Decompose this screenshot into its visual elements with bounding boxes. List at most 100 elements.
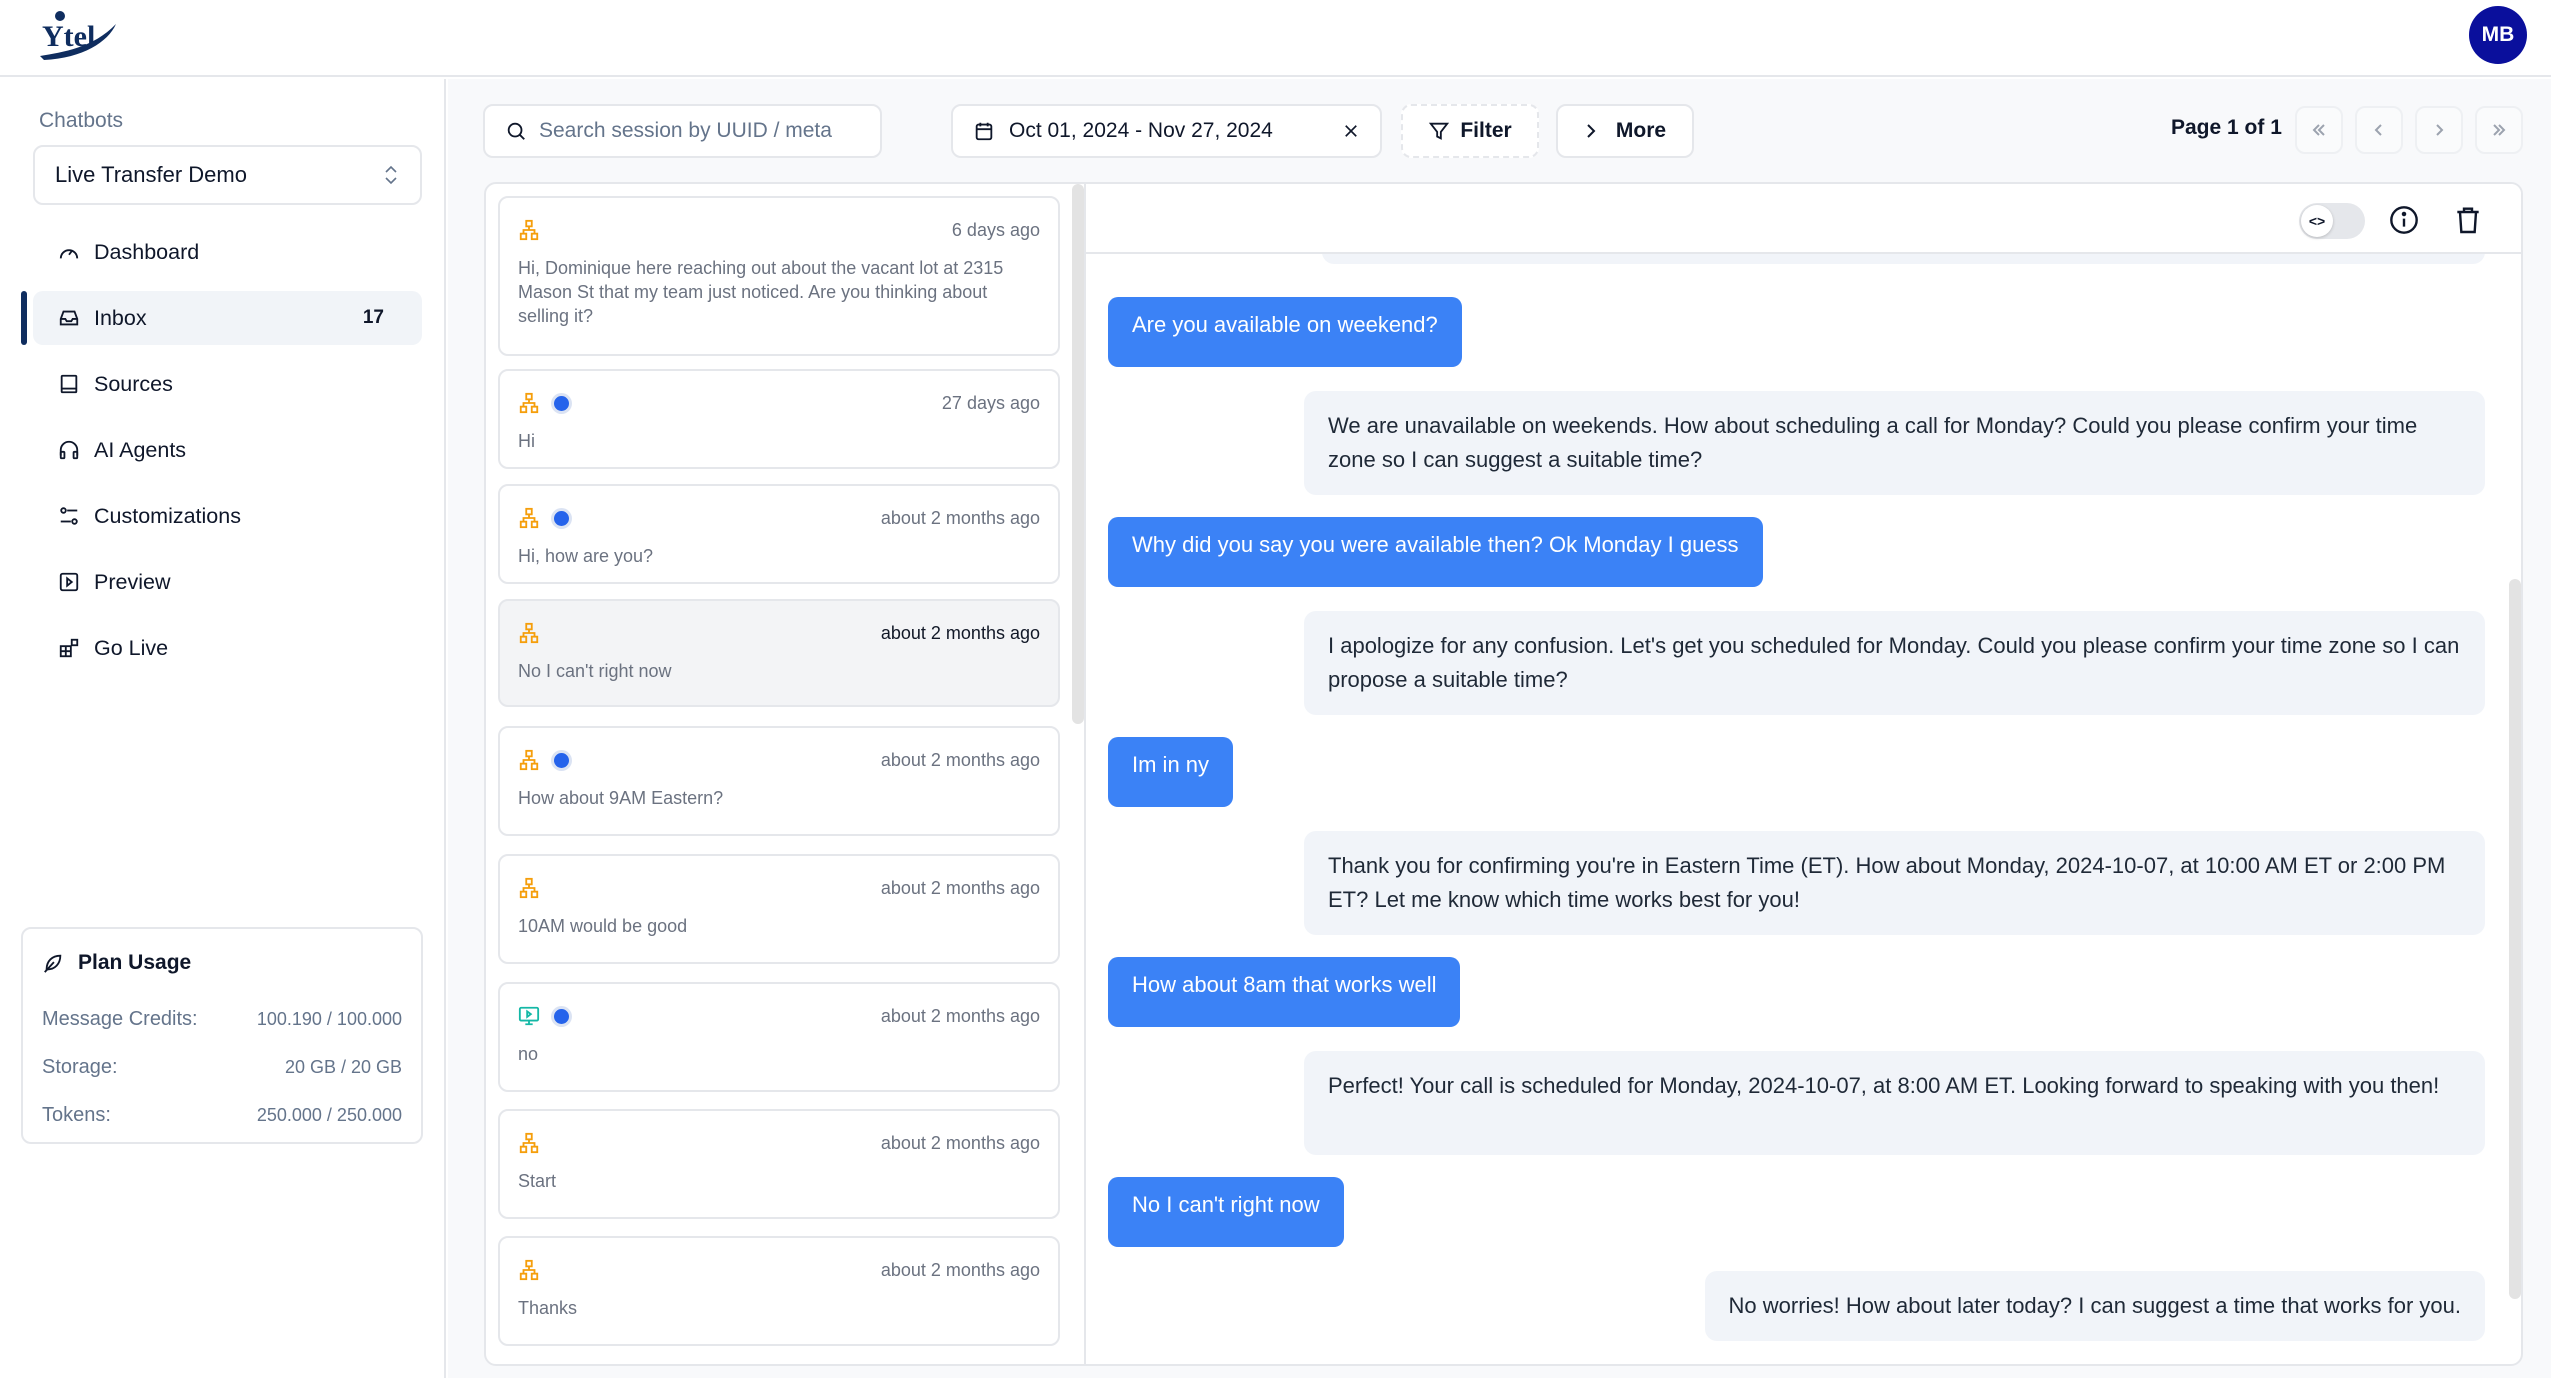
filter-button[interactable]: Filter	[1401, 104, 1539, 158]
prev-page-button[interactable]	[2355, 106, 2403, 154]
sidebar-item-label: Sources	[94, 371, 173, 396]
chevrons-right-icon	[2493, 124, 2506, 136]
chat-header: <>	[1086, 184, 2521, 254]
chevrons-up-down-icon	[385, 165, 397, 185]
session-card-header: about 2 months ago	[518, 872, 1040, 904]
sidebar-item-label: AI Agents	[94, 437, 187, 462]
bot-message: We are unavailable on weekends. How abou…	[1304, 391, 2485, 495]
raw-view-toggle[interactable]: <>	[2299, 203, 2365, 239]
sliders-icon	[60, 507, 78, 525]
unread-dot	[554, 752, 569, 768]
headphones-icon	[59, 440, 79, 460]
session-list-scrollbar[interactable]	[1072, 184, 1084, 724]
session-card-header: about 2 months ago	[518, 1127, 1040, 1159]
session-card-icons	[518, 877, 540, 899]
session-card-header: 6 days ago	[518, 214, 1040, 246]
session-preview: Hi, Dominique here reaching out about th…	[518, 258, 1004, 326]
session-card[interactable]: about 2 months ago No I can't right now	[498, 599, 1060, 707]
info-icon[interactable]	[2388, 204, 2420, 236]
plan-row-value: 100.190 / 100.000	[256, 1008, 402, 1029]
chat-scrollbar[interactable]	[2509, 579, 2521, 1299]
calendar-icon	[975, 122, 993, 141]
ytel-logo[interactable]: Ytel	[38, 10, 120, 62]
search-input[interactable]	[539, 119, 859, 143]
sidebar-item-ai-agents[interactable]: AI Agents	[33, 423, 422, 477]
unread-dot	[554, 1008, 569, 1024]
sidebar: Chatbots Live Transfer Demo Dashboard In…	[0, 79, 446, 1378]
sidebar-item-sources[interactable]: Sources	[33, 357, 422, 411]
session-card[interactable]: about 2 months ago no	[498, 982, 1060, 1092]
sidebar-item-preview[interactable]: Preview	[33, 555, 422, 609]
session-time: about 2 months ago	[880, 1259, 1040, 1280]
plan-row-tokens: Tokens: 250.000 / 250.000	[42, 1091, 402, 1139]
plan-usage-card: Plan Usage Message Credits: 100.190 / 10…	[21, 927, 423, 1144]
top-header: Ytel MB	[0, 0, 2551, 77]
trash-icon[interactable]	[2452, 204, 2484, 236]
session-preview: Hi	[518, 431, 535, 451]
last-page-button[interactable]	[2475, 106, 2523, 154]
sidebar-item-go-live[interactable]: Go Live	[33, 621, 422, 675]
session-preview: Start	[518, 1171, 557, 1191]
plan-row-value: 20 GB / 20 GB	[284, 1056, 402, 1077]
session-card[interactable]: about 2 months ago Thanks	[498, 1236, 1060, 1346]
plan-usage-title: Plan Usage	[42, 951, 402, 975]
workflow-icon	[519, 1259, 539, 1281]
user-avatar[interactable]: MB	[2469, 6, 2527, 64]
bot-message-partial	[1322, 254, 2485, 264]
chevron-left-icon	[2374, 124, 2382, 136]
sidebar-item-label: Customizations	[94, 503, 241, 528]
blocks-icon	[59, 638, 79, 658]
plan-row-value: 250.000 / 250.000	[256, 1104, 402, 1125]
workflow-icon	[519, 392, 539, 414]
plan-row-label: Tokens:	[42, 1103, 111, 1126]
sidebar-item-label: Inbox	[94, 305, 147, 330]
session-card-header: about 2 months ago	[518, 744, 1040, 776]
play-square-icon	[59, 572, 79, 592]
session-time: about 2 months ago	[880, 622, 1040, 643]
session-card-icons	[518, 507, 569, 529]
session-preview: How about 9AM Eastern?	[518, 788, 724, 808]
main-content: Oct 01, 2024 - Nov 27, 2024 Filter More …	[448, 79, 2551, 1378]
session-time: about 2 months ago	[880, 1132, 1040, 1153]
workflow-icon	[519, 749, 539, 771]
bot-message: I apologize for any confusion. Let's get…	[1304, 611, 2485, 715]
bot-message: No worries! How about later today? I can…	[1704, 1271, 2485, 1341]
session-card-header: about 2 months ago	[518, 1254, 1040, 1286]
inbox-panel: 6 days ago Hi, Dominique here reaching ou…	[484, 182, 2523, 1366]
more-label: More	[1615, 119, 1667, 142]
plan-row-label: Storage:	[42, 1055, 118, 1078]
plan-usage-title-text: Plan Usage	[78, 951, 192, 974]
session-card[interactable]: about 2 months ago Start	[498, 1109, 1060, 1219]
session-time: about 2 months ago	[880, 749, 1040, 770]
session-card[interactable]: 27 days ago Hi	[498, 369, 1060, 469]
inbox-icon	[59, 310, 79, 326]
sidebar-item-label: Dashboard	[94, 239, 200, 264]
user-message: No I can't right now	[1108, 1177, 1344, 1247]
sidebar-item-customizations[interactable]: Customizations	[33, 489, 422, 543]
session-card-icons	[518, 219, 540, 241]
session-card[interactable]: 6 days ago Hi, Dominique here reaching ou…	[498, 196, 1060, 356]
first-page-button[interactable]	[2295, 106, 2343, 154]
session-card-icons	[518, 1005, 569, 1027]
sidebar-item-dashboard[interactable]: Dashboard	[33, 225, 422, 279]
workflow-icon	[519, 877, 539, 899]
session-time: about 2 months ago	[880, 877, 1040, 898]
session-card[interactable]: about 2 months ago 10AM would be good	[498, 854, 1060, 964]
session-time: about 2 months ago	[880, 1005, 1040, 1026]
date-range-picker[interactable]: Oct 01, 2024 - Nov 27, 2024	[951, 104, 1382, 158]
clear-date-icon[interactable]	[1342, 122, 1360, 140]
plan-row-message-credits: Message Credits: 100.190 / 100.000	[42, 995, 402, 1043]
session-card-icons	[518, 1259, 540, 1281]
more-button[interactable]: More	[1556, 104, 1694, 158]
session-card[interactable]: about 2 months ago How about 9AM Eastern?	[498, 726, 1060, 836]
sidebar-item-inbox[interactable]: Inbox 17	[21, 291, 422, 345]
session-card[interactable]: about 2 months ago Hi, how are you?	[498, 484, 1060, 584]
chatbot-select[interactable]: Live Transfer Demo	[33, 145, 422, 205]
gauge-icon	[59, 249, 79, 259]
unread-dot	[554, 510, 569, 526]
chevrons-left-icon	[2312, 124, 2325, 136]
plan-row-storage: Storage: 20 GB / 20 GB	[42, 1043, 402, 1091]
next-page-button[interactable]	[2415, 106, 2463, 154]
search-field[interactable]	[483, 104, 882, 158]
session-preview: Hi, how are you?	[518, 546, 654, 566]
